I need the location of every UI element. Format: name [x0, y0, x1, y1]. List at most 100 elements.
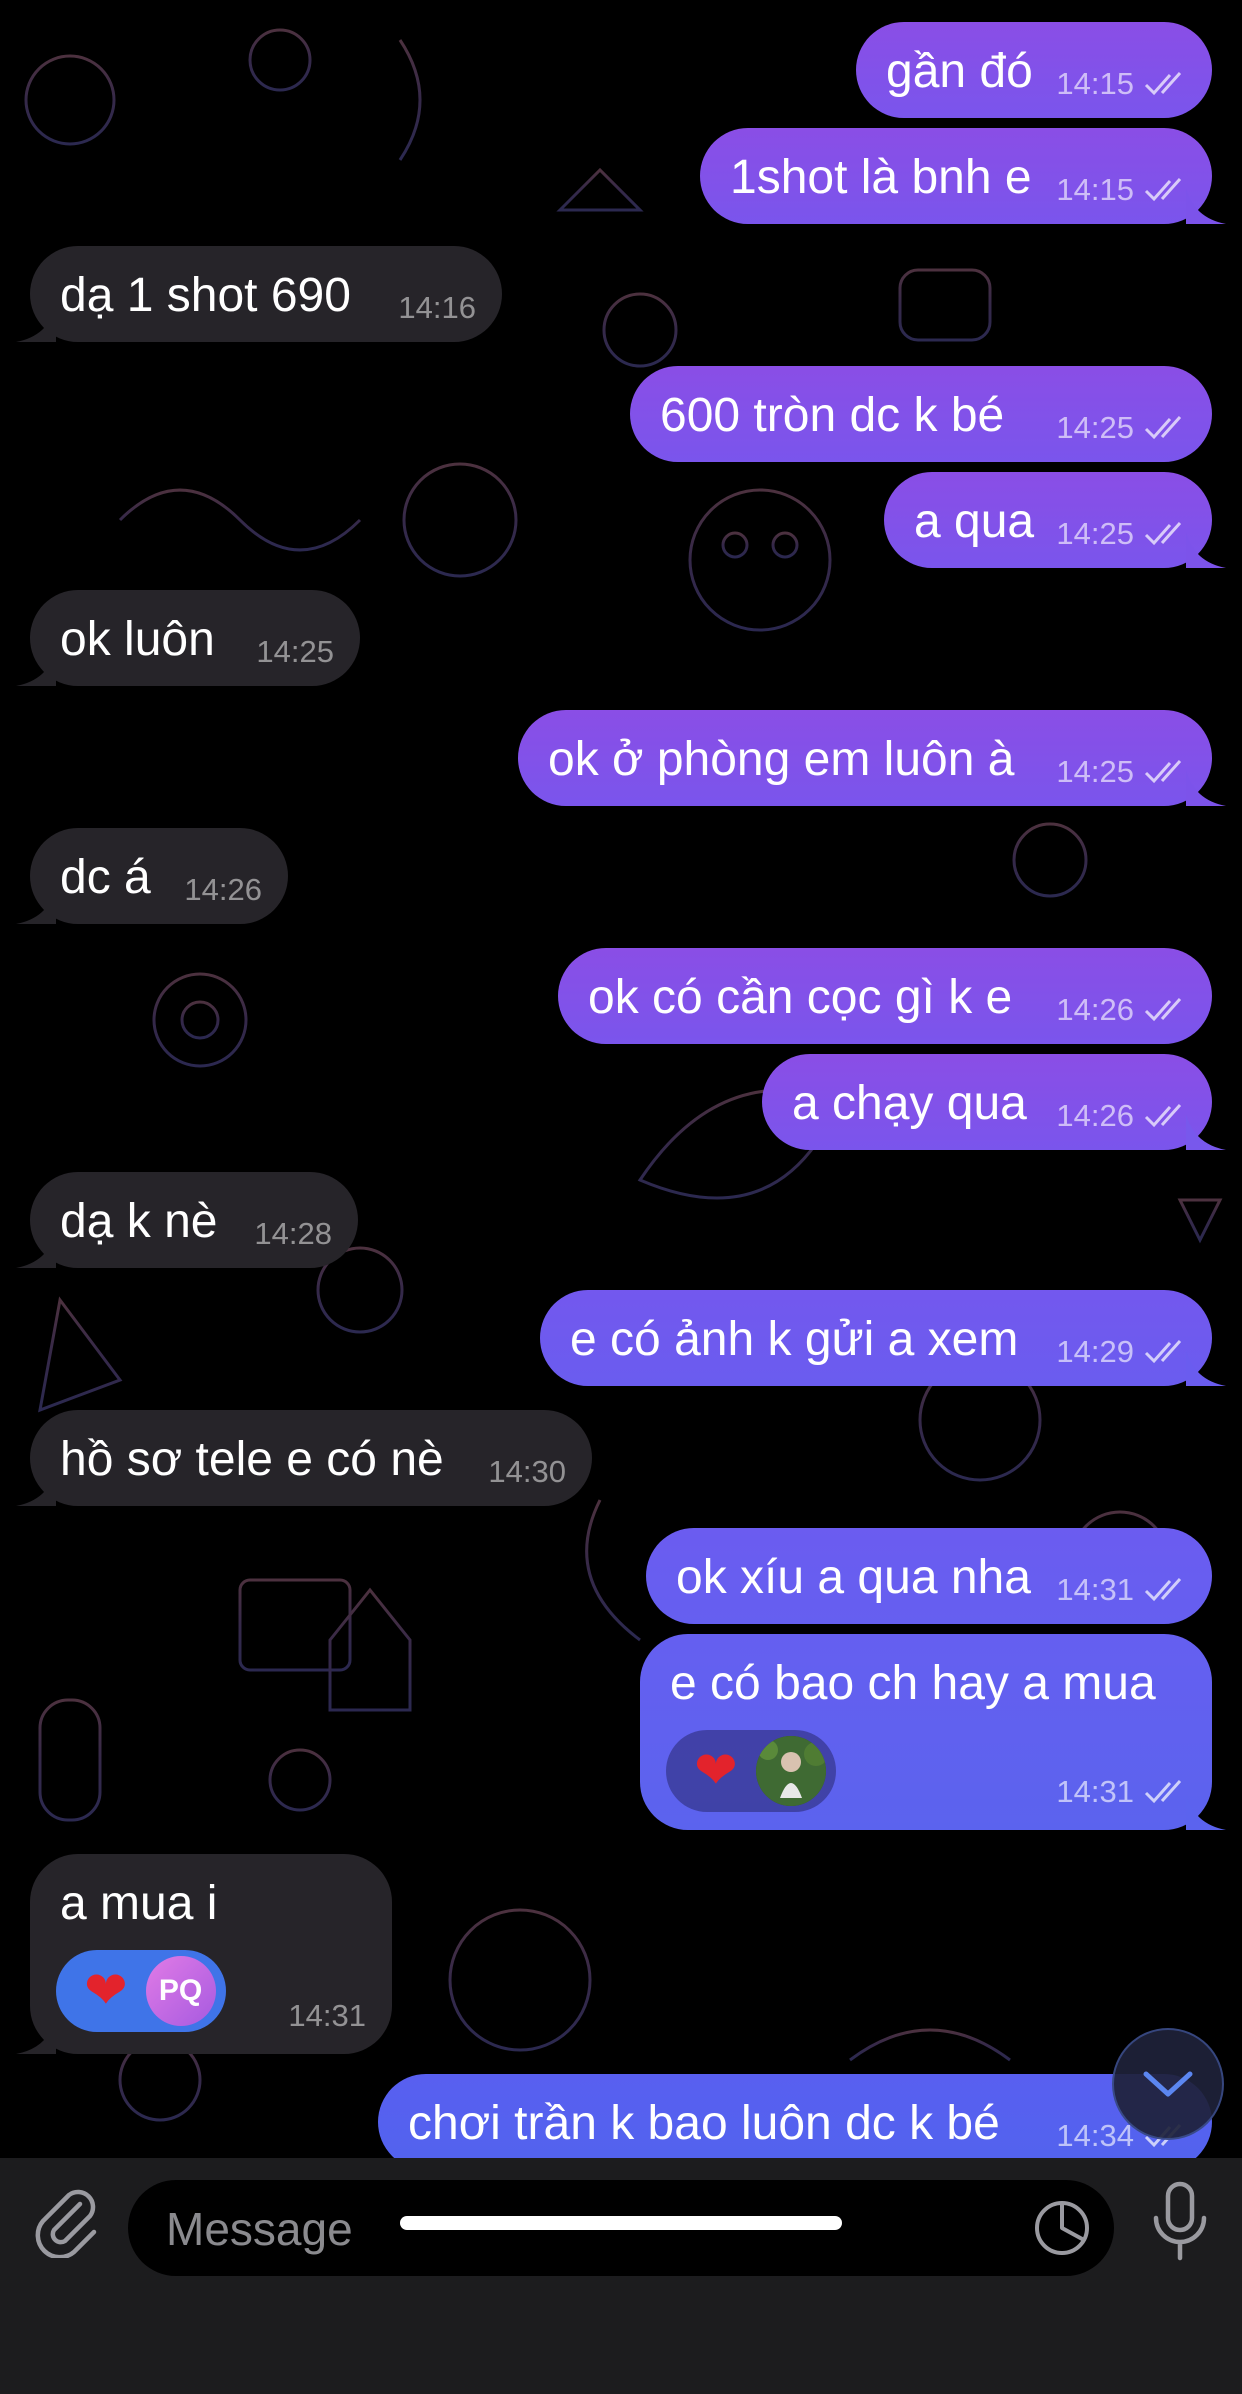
- incoming-message[interactable]: dạ k nè 14:28: [16, 1172, 358, 1268]
- message-meta: 14:28: [254, 1216, 332, 1252]
- incoming-message[interactable]: dc á 14:26: [16, 828, 288, 924]
- scroll-to-bottom-button[interactable]: [1112, 2028, 1224, 2140]
- incoming-message[interactable]: dạ 1 shot 690 14:16: [16, 246, 502, 342]
- microphone-icon[interactable]: [1148, 2180, 1212, 2264]
- message-meta: 14:31: [1056, 1774, 1188, 1810]
- double-check-icon: [1144, 997, 1182, 1022]
- message-time: 14:31: [1056, 1774, 1134, 1809]
- message-time: 14:15: [1056, 172, 1134, 207]
- message-meta: 14:30: [488, 1454, 566, 1490]
- paperclip-icon[interactable]: [28, 2182, 104, 2258]
- bubble-tail: [16, 1232, 56, 1268]
- message-text: a qua: [914, 495, 1035, 548]
- outgoing-message[interactable]: a chạy qua 14:26: [762, 1054, 1226, 1150]
- outgoing-message[interactable]: ok ở phòng em luôn à 14:25: [518, 710, 1226, 806]
- message-time: 14:16: [398, 290, 476, 325]
- message-meta: 14:16: [398, 290, 476, 326]
- message-text: dc á: [60, 851, 151, 904]
- double-check-icon: [1144, 759, 1182, 784]
- double-check-icon: [1144, 1779, 1182, 1804]
- incoming-message[interactable]: ok luôn 14:25: [16, 590, 360, 686]
- message-meta: 14:25: [1056, 410, 1188, 446]
- outgoing-message[interactable]: 1shot là bnh e 14:15: [700, 128, 1226, 224]
- double-check-icon: [1144, 177, 1182, 202]
- message-text: gần đó: [886, 45, 1033, 98]
- reaction-chip[interactable]: ❤: [666, 1730, 836, 1812]
- message-text: chơi trần k bao luôn dc k bé: [408, 2097, 1000, 2150]
- reaction-chip[interactable]: ❤ PQ: [56, 1950, 226, 2032]
- message-time: 14:25: [1056, 516, 1134, 551]
- outgoing-message[interactable]: ok có cần cọc gì k e 14:26: [558, 948, 1212, 1044]
- composer-bar: Message: [0, 2158, 1242, 2394]
- reactor-avatar: PQ: [145, 1956, 216, 2026]
- message-time: 14:25: [256, 634, 334, 669]
- double-check-icon: [1144, 415, 1182, 440]
- message-text: hồ sơ tele e có nè: [60, 1433, 444, 1486]
- message-time: 14:31: [288, 1998, 366, 2033]
- message-text: ok có cần cọc gì k e: [588, 971, 1013, 1024]
- sticker-icon[interactable]: [1032, 2198, 1092, 2258]
- message-text: ok xíu a qua nha: [676, 1551, 1031, 1604]
- message-text: dạ k nè: [60, 1195, 218, 1248]
- message-meta: 14:26: [1056, 1098, 1188, 1134]
- reactor-avatar: [755, 1736, 826, 1806]
- message-time: 14:30: [488, 1454, 566, 1489]
- message-meta: 14:25: [1056, 516, 1188, 552]
- message-time: 14:29: [1056, 1334, 1134, 1369]
- bubble-tail: [1186, 1114, 1226, 1150]
- bubble-tail: [1186, 770, 1226, 806]
- message-meta: 14:25: [1056, 754, 1188, 790]
- message-text: ok ở phòng em luôn à: [548, 733, 1015, 786]
- double-check-icon: [1144, 1103, 1182, 1128]
- bubble-tail: [1186, 1350, 1226, 1386]
- incoming-message[interactable]: hồ sơ tele e có nè 14:30: [16, 1410, 592, 1506]
- bubble-tail: [16, 306, 56, 342]
- outgoing-message[interactable]: e có ảnh k gửi a xem 14:29: [540, 1290, 1226, 1386]
- bubble-tail: [16, 650, 56, 686]
- message-time: 14:25: [1056, 410, 1134, 445]
- message-time: 14:34: [1056, 2118, 1134, 2153]
- message-time: 14:25: [1056, 754, 1134, 789]
- outgoing-message[interactable]: chơi trần k bao luôn dc k bé 14:34: [378, 2074, 1212, 2158]
- outgoing-message[interactable]: gần đó 14:15: [856, 22, 1212, 118]
- message-meta: 14:31: [1056, 1572, 1188, 1608]
- double-check-icon: [1144, 1577, 1182, 1602]
- message-meta: 14:26: [1056, 992, 1188, 1028]
- bubble-tail: [16, 888, 56, 924]
- double-check-icon: [1144, 1339, 1182, 1364]
- home-indicator: [400, 2216, 842, 2230]
- message-meta: 14:15: [1056, 66, 1188, 102]
- double-check-icon: [1144, 71, 1182, 96]
- message-text: ok luôn: [60, 613, 215, 666]
- heart-reaction-icon: ❤: [84, 1962, 128, 2020]
- message-meta: 14:29: [1056, 1334, 1188, 1370]
- incoming-message[interactable]: a mua i ❤ PQ 14:31: [16, 1854, 392, 2054]
- message-list[interactable]: gần đó 14:15 1shot là bnh e 14:15 dạ 1 s…: [0, 0, 1242, 2158]
- message-meta: 14:25: [256, 634, 334, 670]
- message-text: 600 tròn dc k bé: [660, 389, 1005, 442]
- chevron-down-icon: [1143, 2071, 1193, 2097]
- bubble-tail: [1186, 532, 1226, 568]
- message-text: dạ 1 shot 690: [60, 269, 351, 322]
- message-time: 14:26: [1056, 992, 1134, 1027]
- message-time: 14:28: [254, 1216, 332, 1251]
- message-text: e có bao ch hay a mua: [670, 1657, 1156, 1710]
- message-text: 1shot là bnh e: [730, 151, 1032, 204]
- message-time: 14:31: [1056, 1572, 1134, 1607]
- message-text: e có ảnh k gửi a xem: [570, 1313, 1019, 1366]
- message-meta: 14:31: [288, 1998, 366, 2034]
- message-text: a chạy qua: [792, 1077, 1027, 1130]
- message-meta: 14:15: [1056, 172, 1188, 208]
- bubble-tail: [16, 2018, 56, 2054]
- bubble-tail: [1186, 1794, 1226, 1830]
- outgoing-message[interactable]: e có bao ch hay a mua ❤ 14:31: [640, 1634, 1226, 1830]
- message-input-placeholder: Message: [166, 2203, 353, 2255]
- outgoing-message[interactable]: ok xíu a qua nha 14:31: [646, 1528, 1212, 1624]
- message-meta: 14:26: [184, 872, 262, 908]
- message-time: 14:26: [184, 872, 262, 907]
- heart-reaction-icon: ❤: [694, 1742, 738, 1800]
- double-check-icon: [1144, 521, 1182, 546]
- outgoing-message[interactable]: a qua 14:25: [884, 472, 1226, 568]
- bubble-tail: [16, 1470, 56, 1506]
- outgoing-message[interactable]: 600 tròn dc k bé 14:25: [630, 366, 1212, 462]
